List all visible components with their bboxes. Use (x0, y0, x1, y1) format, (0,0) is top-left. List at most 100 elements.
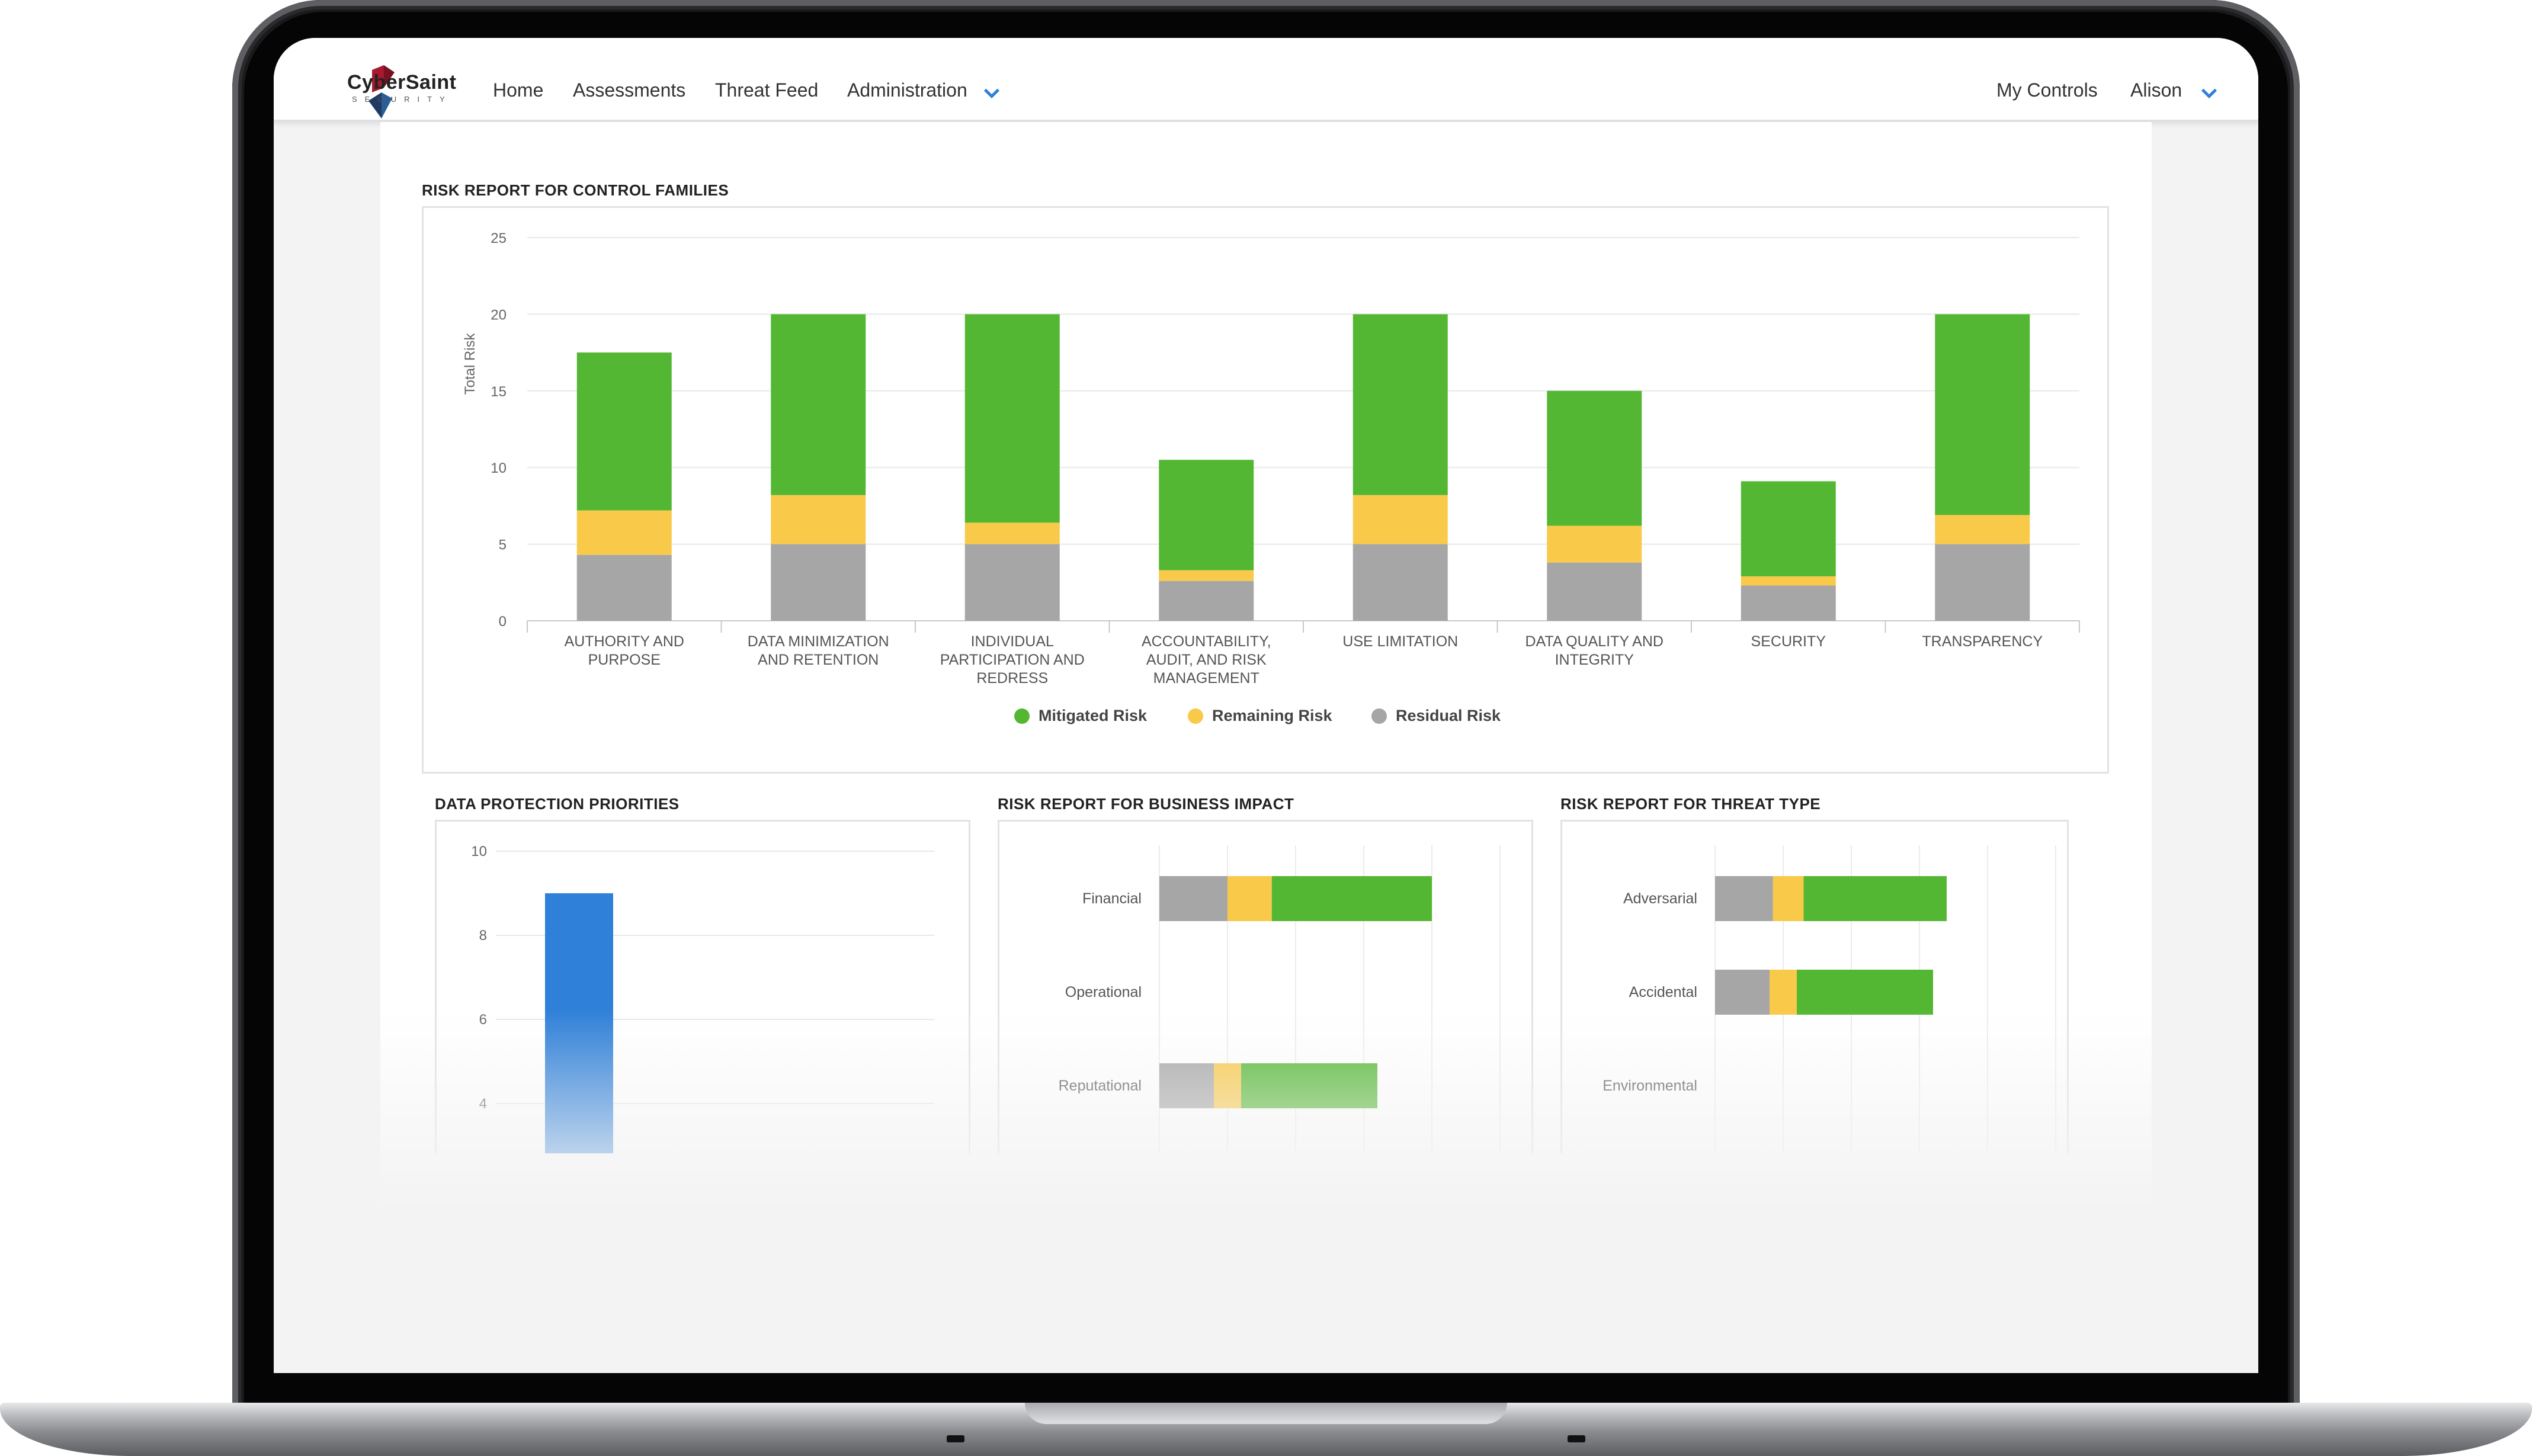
bar-segment (1547, 525, 1642, 563)
brand-name[interactable]: CyberSaint (347, 71, 457, 94)
card-title-threat-type: RISK REPORT FOR THREAT TYPE (1560, 795, 1821, 813)
laptop-foot (1568, 1435, 1585, 1442)
data-protection-panel: 4 6 8 10 (435, 820, 970, 1153)
bar-segment (1159, 1063, 1214, 1108)
x-tick-label: ACCOUNTABILITY, (1142, 633, 1271, 650)
category-label: Reputational (1059, 1077, 1142, 1094)
legend-label: Residual Risk (1396, 707, 1501, 724)
top-nav: CyberSaint SECURITY Home Assessments Thr… (274, 38, 2258, 122)
y-tick-label: 25 (491, 230, 507, 246)
bar-segment (1547, 562, 1642, 621)
control-families-chart: 0 5 10 15 20 25 Total Risk AUTHORITY AND PURPOSE… (462, 230, 2080, 724)
x-tick-label: PURPOSE (588, 652, 661, 668)
bar-segment (1741, 481, 1836, 576)
bar-segment (1715, 876, 1773, 921)
bar-segment (1770, 970, 1797, 1015)
brand-subtitle: SECURITY (352, 95, 453, 104)
y-tick-label: 10 (491, 460, 507, 476)
screen-bottom-area (274, 1211, 2258, 1373)
x-tick-label: AUDIT, AND RISK (1146, 652, 1267, 668)
bar-segment (1352, 495, 1448, 544)
x-tick-label: DATA QUALITY AND (1525, 633, 1664, 650)
bar-segment (576, 352, 672, 511)
bar-segment (1741, 585, 1836, 621)
bar-segment (1352, 314, 1448, 495)
user-menu[interactable]: Alison (2130, 79, 2182, 101)
bar (545, 893, 613, 1153)
bar-segment (964, 522, 1060, 544)
nav-my-controls[interactable]: My Controls (1996, 79, 2098, 101)
nav-home[interactable]: Home (493, 79, 543, 101)
x-tick-label: AND RETENTION (758, 652, 879, 668)
business-impact-chart: FinancialOperationalReputationalRegulato… (1041, 845, 1501, 1202)
y-tick-label: 5 (499, 537, 507, 553)
y-axis-label: Total Risk (462, 332, 478, 395)
bar-segment (1547, 390, 1642, 526)
bar-segment (964, 544, 1060, 621)
app-screen: CyberSaint SECURITY Home Assessments Thr… (274, 38, 2258, 1373)
bar-segment (1241, 1063, 1377, 1108)
threat-type-chart: AdversarialAccidentalEnvironmentalStruct… (1602, 845, 2056, 1202)
data-protection-chart: 4 6 8 10 (471, 844, 934, 1153)
legend-marker (1188, 708, 1203, 724)
y-tick-label: 20 (491, 307, 507, 323)
x-tick-label: SECURITY (1751, 633, 1826, 650)
legend-marker (1014, 708, 1030, 724)
bar-segment (576, 510, 672, 555)
bar-segment (1159, 876, 1227, 921)
bar-segment (1935, 515, 2030, 544)
bar-segment (1935, 314, 2030, 515)
bar-segment (1935, 544, 2030, 621)
bar-segment (1797, 970, 1933, 1015)
card-title-data-protection: DATA PROTECTION PRIORITIES (435, 795, 680, 813)
x-tick-label: REDRESS (976, 670, 1048, 687)
x-tick-label: MANAGEMENT (1153, 670, 1259, 687)
y-tick-label: 4 (479, 1096, 487, 1112)
laptop-foot (947, 1435, 964, 1442)
control-families-panel: 0 5 10 15 20 25 Total Risk AUTHORITY AND PURPOSE… (422, 206, 2109, 774)
laptop-notch (1025, 1403, 1507, 1424)
x-tick-label: TRANSPARENCY (1922, 633, 2043, 650)
card-title-business-impact: RISK REPORT FOR BUSINESS IMPACT (998, 795, 1294, 813)
chevron-down-icon[interactable] (982, 83, 1002, 103)
nav-assessments[interactable]: Assessments (573, 79, 685, 101)
nav-administration[interactable]: Administration (847, 79, 967, 101)
category-label: Accidental (1629, 984, 1697, 1000)
bar-segment (1271, 876, 1432, 921)
bar-segment (1159, 570, 1254, 581)
y-tick-label: 0 (499, 614, 507, 630)
bar-segment (1159, 460, 1254, 570)
y-tick-label: 10 (471, 844, 487, 860)
category-label: Operational (1065, 984, 1142, 1000)
bar-segment (1741, 576, 1836, 586)
bar-segment (1214, 1063, 1241, 1108)
legend-label: Remaining Risk (1212, 707, 1333, 724)
nav-threat-feed[interactable]: Threat Feed (715, 79, 818, 101)
bar-segment (771, 314, 866, 495)
x-tick-label: DATA MINIMIZATION (748, 633, 889, 650)
business-impact-panel: FinancialOperationalReputationalRegulato… (998, 820, 1533, 1202)
dashboard-content: RISK REPORT FOR CONTROL FAMILIES 0 5 10 15 2… (380, 122, 2152, 1373)
legend-marker (1371, 708, 1387, 724)
legend-label: Mitigated Risk (1039, 707, 1148, 724)
x-tick-label: PARTICIPATION AND (940, 652, 1085, 668)
category-label: Environmental (1602, 1077, 1697, 1094)
bar-segment (771, 544, 866, 621)
bar-segment (1773, 876, 1804, 921)
bar-segment (1159, 581, 1254, 621)
x-tick-label: USE LIMITATION (1342, 633, 1458, 650)
y-tick-label: 8 (479, 928, 487, 944)
y-tick-label: 6 (479, 1012, 487, 1028)
bar-segment (576, 554, 672, 621)
category-label: Financial (1082, 890, 1142, 907)
bar-segment (964, 314, 1060, 523)
bar-segment (771, 495, 866, 544)
y-tick-label: 15 (491, 384, 507, 400)
bar-segment (1352, 544, 1448, 621)
x-tick-label: INDIVIDUAL (971, 633, 1054, 650)
chevron-down-icon[interactable] (2199, 83, 2219, 103)
category-label: Adversarial (1623, 890, 1697, 907)
card-title-control-families: RISK REPORT FOR CONTROL FAMILIES (422, 181, 729, 199)
threat-type-panel: AdversarialAccidentalEnvironmentalStruct… (1560, 820, 2069, 1202)
bar-segment (1227, 876, 1272, 921)
